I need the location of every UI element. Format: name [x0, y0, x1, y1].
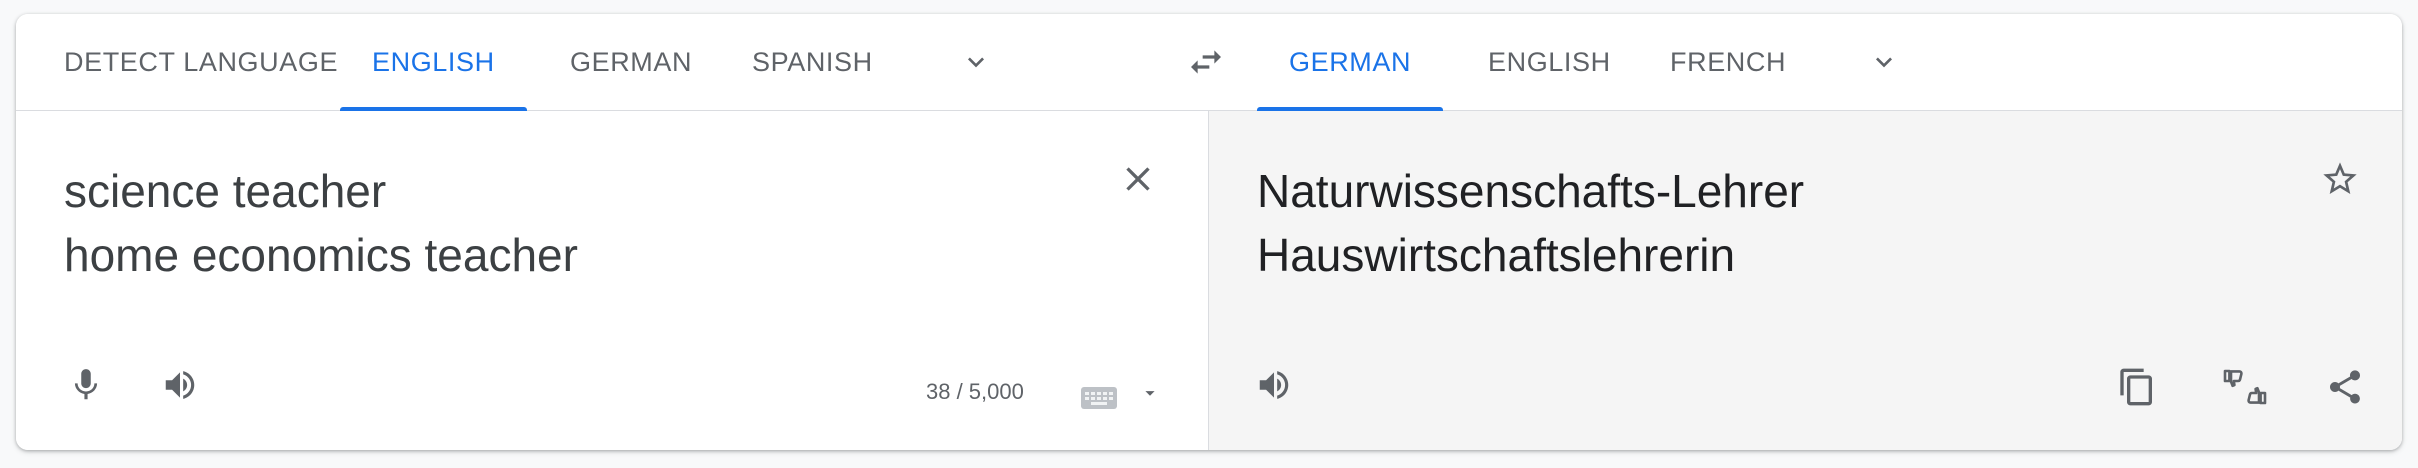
swap-languages-icon[interactable] [1184, 40, 1228, 84]
tab-target-english[interactable]: ENGLISH [1456, 14, 1643, 110]
keyboard-icon[interactable] [1081, 387, 1117, 409]
language-bar: DETECT LANGUAGE ENGLISH GERMAN SPANISH G… [16, 14, 2402, 111]
source-more-languages-chevron-down-icon[interactable] [956, 42, 996, 82]
character-counter: 38 / 5,000 [926, 379, 1024, 404]
listen-source-speaker-icon[interactable] [158, 363, 202, 407]
tab-target-german[interactable]: GERMAN [1257, 14, 1444, 111]
tab-detect-language[interactable]: DETECT LANGUAGE [32, 14, 370, 110]
translated-text: Naturwissenschafts-Lehrer Hauswirtschaft… [1257, 165, 1805, 281]
translate-card: DETECT LANGUAGE ENGLISH GERMAN SPANISH G… [16, 14, 2402, 450]
input-tools-chevron-down-icon[interactable] [1138, 381, 1162, 405]
tab-source-spanish[interactable]: SPANISH [720, 14, 905, 110]
tab-source-german[interactable]: GERMAN [538, 14, 724, 110]
listen-translation-speaker-icon[interactable] [1252, 363, 1296, 407]
tab-source-english[interactable]: ENGLISH [340, 14, 527, 111]
translation-panel: Naturwissenschafts-Lehrer Hauswirtschaft… [1208, 111, 2402, 450]
clear-source-text-close-icon[interactable] [1116, 157, 1160, 201]
save-translation-star-icon[interactable] [2318, 157, 2362, 201]
source-panel: science teacher home economics teacher 3… [16, 111, 1208, 450]
rate-translation-thumbs-icon[interactable] [2219, 361, 2271, 413]
voice-input-mic-icon[interactable] [64, 363, 108, 407]
target-more-languages-chevron-down-icon[interactable] [1864, 42, 1904, 82]
tab-target-french[interactable]: FRENCH [1638, 14, 1818, 110]
source-text-input[interactable]: science teacher home economics teacher [64, 159, 1114, 287]
copy-translation-icon[interactable] [2113, 363, 2161, 411]
share-translation-icon[interactable] [2321, 363, 2369, 411]
